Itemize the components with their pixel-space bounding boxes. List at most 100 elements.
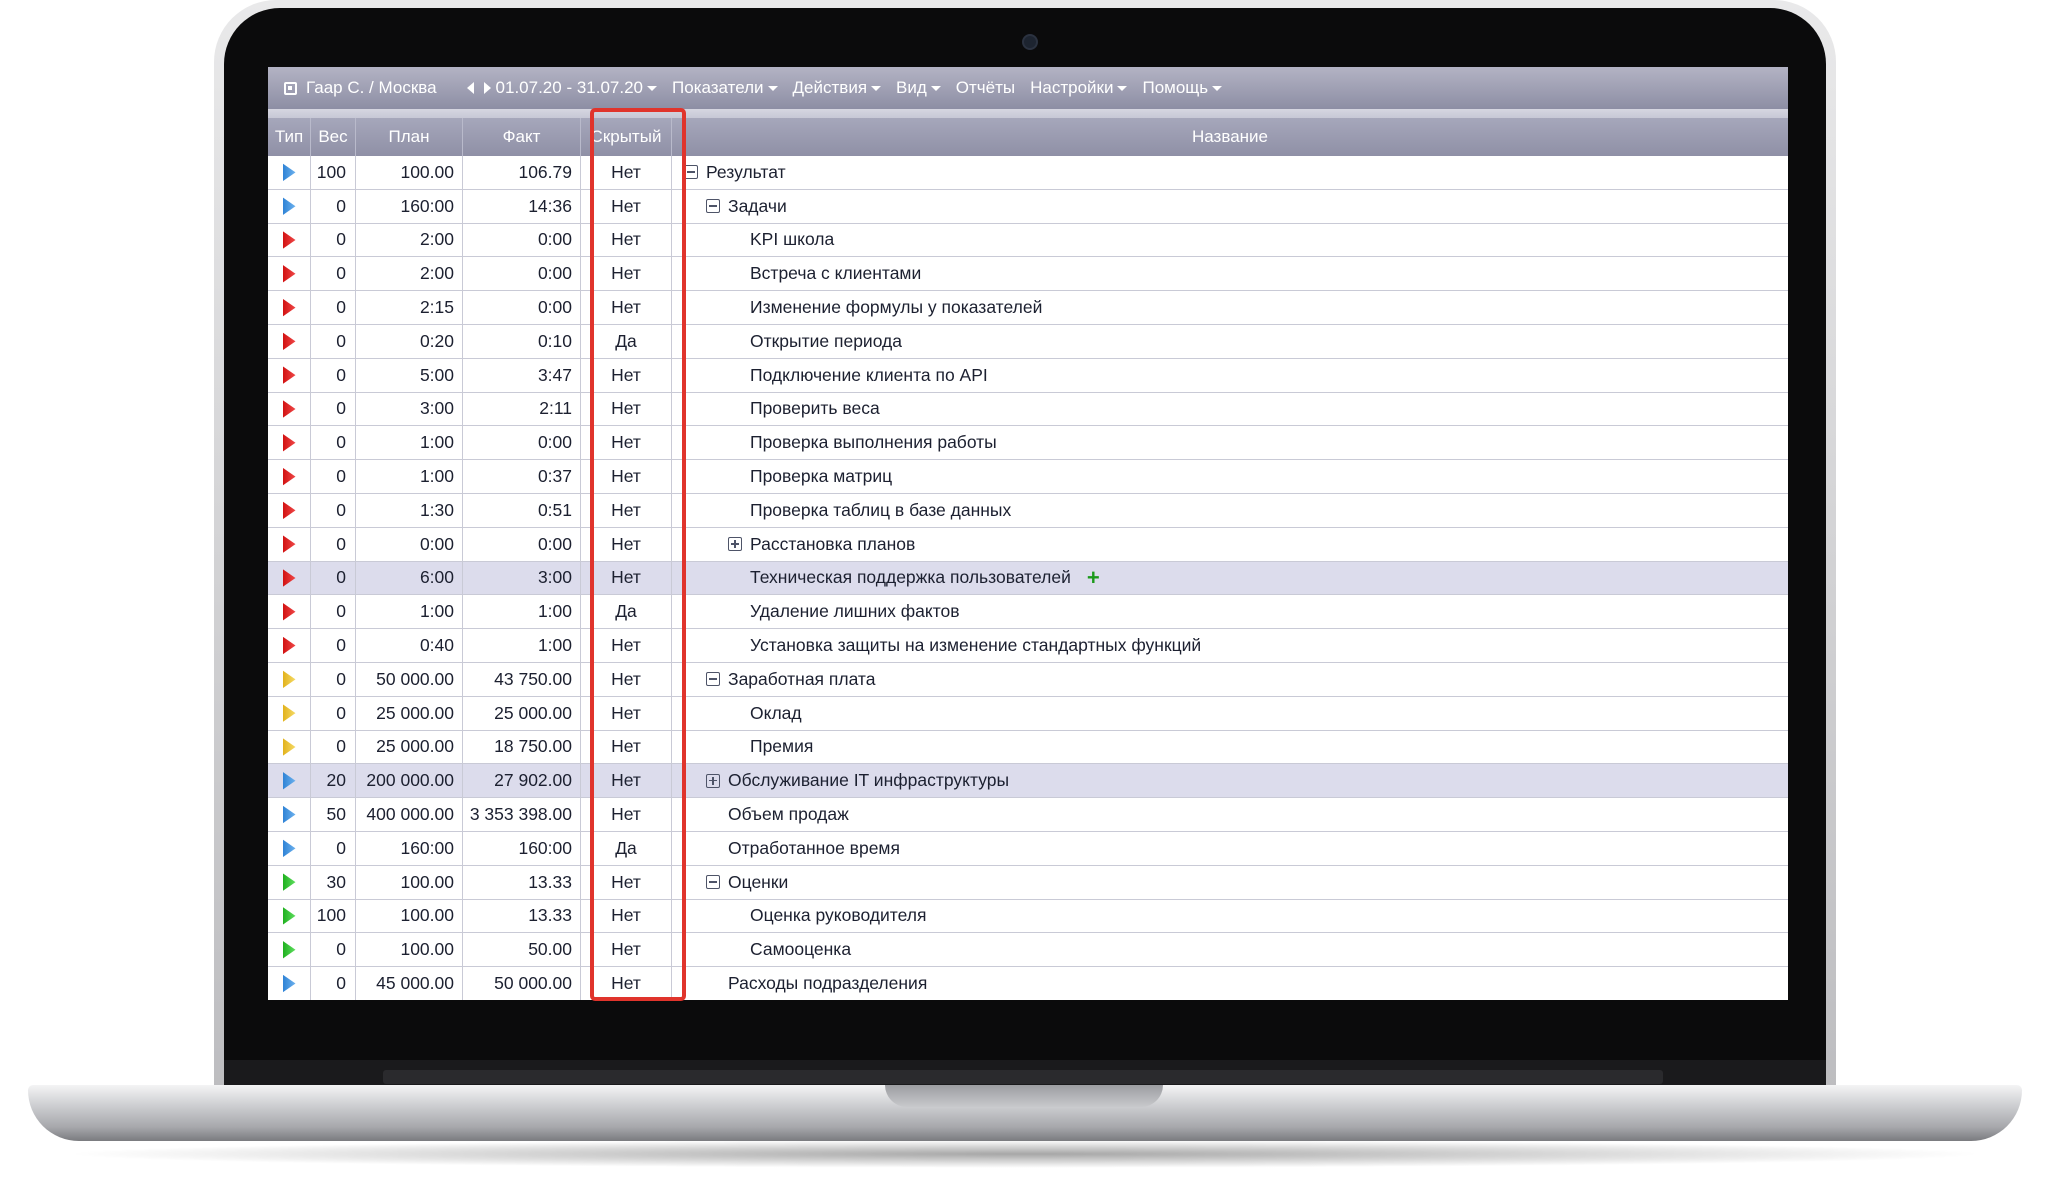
weight-cell[interactable]: 0 bbox=[311, 426, 356, 460]
fact-cell[interactable]: 50 000.00 bbox=[463, 967, 581, 1000]
collapse-icon[interactable] bbox=[706, 672, 720, 687]
header-weight[interactable]: Вес bbox=[311, 118, 356, 156]
hidden-cell[interactable]: Нет bbox=[581, 460, 672, 493]
table-row[interactable]: 0 25 000.00 25 000.00 Нет Оклад bbox=[268, 696, 1788, 731]
plan-cell[interactable]: 160:00 bbox=[356, 831, 463, 865]
table-row[interactable]: 0 6:00 3:00 Нет Техническая поддержка пользо… bbox=[268, 561, 1788, 596]
name-cell[interactable]: Оценки bbox=[672, 866, 1788, 899]
hidden-cell[interactable]: Нет bbox=[581, 392, 672, 426]
fact-cell[interactable]: 50.00 bbox=[463, 933, 581, 967]
plan-cell[interactable]: 0:00 bbox=[356, 527, 463, 561]
hidden-cell[interactable]: Да bbox=[581, 831, 672, 865]
weight-cell[interactable]: 0 bbox=[311, 831, 356, 865]
table-row[interactable]: 100 100.00 106.79 Нет Результат bbox=[268, 156, 1788, 190]
hidden-cell[interactable]: Нет bbox=[581, 662, 672, 696]
fact-cell[interactable]: 106.79 bbox=[463, 156, 581, 189]
table-row[interactable]: 0 1:00 1:00 Да Удаление лишних фактов bbox=[268, 595, 1788, 630]
table-row[interactable]: 0 160:00 14:36 Нет Задачи bbox=[268, 189, 1788, 224]
plan-cell[interactable]: 25 000.00 bbox=[356, 730, 463, 764]
table-row[interactable]: 0 2:15 0:00 Нет Изменение формулы у показате… bbox=[268, 291, 1788, 325]
fact-cell[interactable]: 25 000.00 bbox=[463, 696, 581, 730]
hidden-cell[interactable]: Нет bbox=[581, 561, 672, 595]
weight-cell[interactable]: 0 bbox=[311, 527, 356, 561]
collapse-panel-icon[interactable] bbox=[284, 81, 297, 95]
fact-cell[interactable]: 160:00 bbox=[463, 831, 581, 865]
weight-cell[interactable]: 0 bbox=[311, 595, 356, 629]
weight-cell[interactable]: 0 bbox=[311, 291, 356, 324]
table-row[interactable]: 30 100.00 13.33 Нет Оценки bbox=[268, 865, 1788, 900]
name-cell[interactable]: Проверить веса bbox=[672, 393, 1788, 426]
plan-cell[interactable]: 25 000.00 bbox=[356, 696, 463, 730]
table-row[interactable]: 0 100.00 50.00 Нет Самооценка bbox=[268, 933, 1788, 968]
fact-cell[interactable]: 43 750.00 bbox=[463, 662, 581, 696]
fact-cell[interactable]: 3:47 bbox=[463, 358, 581, 392]
fact-cell[interactable]: 0:00 bbox=[463, 291, 581, 324]
plan-cell[interactable]: 1:30 bbox=[356, 493, 463, 527]
table-row[interactable]: 0 1:00 0:37 Нет Проверка матриц bbox=[268, 460, 1788, 494]
collapse-icon[interactable] bbox=[706, 875, 720, 890]
fact-cell[interactable]: 3 353 398.00 bbox=[463, 798, 581, 831]
name-cell[interactable]: Проверка таблиц в базе данных bbox=[672, 494, 1788, 527]
fact-cell[interactable]: 14:36 bbox=[463, 189, 581, 223]
name-cell[interactable]: Проверка выполнения работы bbox=[672, 426, 1788, 459]
plan-cell[interactable]: 100.00 bbox=[356, 933, 463, 967]
hidden-cell[interactable]: Нет bbox=[581, 798, 672, 831]
weight-cell[interactable]: 0 bbox=[311, 730, 356, 764]
hidden-cell[interactable]: Нет bbox=[581, 257, 672, 291]
hidden-cell[interactable]: Нет bbox=[581, 967, 672, 1000]
menu-settings[interactable]: Настройки bbox=[1030, 78, 1128, 98]
menu-help[interactable]: Помощь bbox=[1142, 78, 1223, 98]
plan-cell[interactable]: 3:00 bbox=[356, 392, 463, 426]
name-cell[interactable]: Встреча с клиентами bbox=[672, 257, 1788, 290]
hidden-cell[interactable]: Да bbox=[581, 324, 672, 358]
table-row[interactable]: 0 3:00 2:11 Нет Проверить веса bbox=[268, 392, 1788, 427]
hidden-cell[interactable]: Нет bbox=[581, 527, 672, 561]
add-icon[interactable]: + bbox=[1087, 566, 1100, 589]
name-cell[interactable]: Задачи bbox=[672, 190, 1788, 223]
plan-cell[interactable]: 0:40 bbox=[356, 629, 463, 662]
plan-cell[interactable]: 50 000.00 bbox=[356, 662, 463, 696]
name-cell[interactable]: Обслуживание IT инфраструктуры bbox=[672, 764, 1788, 797]
table-row[interactable]: 0 1:00 0:00 Нет Проверка выполнения работы bbox=[268, 426, 1788, 461]
table-row[interactable]: 0 0:00 0:00 Нет Расстановка планов bbox=[268, 527, 1788, 562]
name-cell[interactable]: Отработанное время bbox=[672, 832, 1788, 865]
fact-cell[interactable]: 1:00 bbox=[463, 629, 581, 662]
weight-cell[interactable]: 0 bbox=[311, 392, 356, 426]
name-cell[interactable]: Оклад bbox=[672, 697, 1788, 730]
table-row[interactable]: 0 25 000.00 18 750.00 Нет Премия bbox=[268, 730, 1788, 765]
weight-cell[interactable]: 100 bbox=[311, 156, 356, 189]
weight-cell[interactable]: 0 bbox=[311, 189, 356, 223]
plan-cell[interactable]: 2:15 bbox=[356, 291, 463, 324]
plan-cell[interactable]: 1:00 bbox=[356, 595, 463, 629]
weight-cell[interactable]: 0 bbox=[311, 696, 356, 730]
header-plan[interactable]: План bbox=[356, 118, 463, 156]
fact-cell[interactable]: 3:00 bbox=[463, 561, 581, 595]
weight-cell[interactable]: 0 bbox=[311, 257, 356, 291]
name-cell[interactable]: Заработная плата bbox=[672, 663, 1788, 696]
table-row[interactable]: 0 2:00 0:00 Нет Встреча с клиентами bbox=[268, 257, 1788, 292]
menu-view[interactable]: Вид bbox=[896, 78, 941, 98]
next-period-icon[interactable] bbox=[483, 82, 491, 94]
header-fact[interactable]: Факт bbox=[463, 118, 581, 156]
name-cell[interactable]: Самооценка bbox=[672, 933, 1788, 966]
table-row[interactable]: 50 400 000.00 3 353 398.00 Нет Объем продаж bbox=[268, 798, 1788, 832]
hidden-cell[interactable]: Нет bbox=[581, 358, 672, 392]
plan-cell[interactable]: 400 000.00 bbox=[356, 798, 463, 831]
name-cell[interactable]: KPI школа bbox=[672, 224, 1788, 257]
name-cell[interactable]: Открытие периода bbox=[672, 325, 1788, 358]
name-cell[interactable]: Подключение клиента по API bbox=[672, 359, 1788, 392]
name-cell[interactable]: Техническая поддержка пользователей + bbox=[672, 562, 1788, 595]
weight-cell[interactable]: 0 bbox=[311, 358, 356, 392]
weight-cell[interactable]: 0 bbox=[311, 933, 356, 967]
menu-indicators[interactable]: Показатели bbox=[672, 78, 778, 98]
hidden-cell[interactable]: Нет bbox=[581, 933, 672, 967]
name-cell[interactable]: Установка защиты на изменение стандартны… bbox=[672, 629, 1788, 662]
plan-cell[interactable]: 45 000.00 bbox=[356, 967, 463, 1000]
hidden-cell[interactable]: Да bbox=[581, 595, 672, 629]
plan-cell[interactable]: 0:20 bbox=[356, 324, 463, 358]
hidden-cell[interactable]: Нет bbox=[581, 865, 672, 899]
menu-actions[interactable]: Действия bbox=[793, 78, 882, 98]
hidden-cell[interactable]: Нет bbox=[581, 291, 672, 324]
plan-cell[interactable]: 1:00 bbox=[356, 426, 463, 460]
fact-cell[interactable]: 13.33 bbox=[463, 899, 581, 933]
